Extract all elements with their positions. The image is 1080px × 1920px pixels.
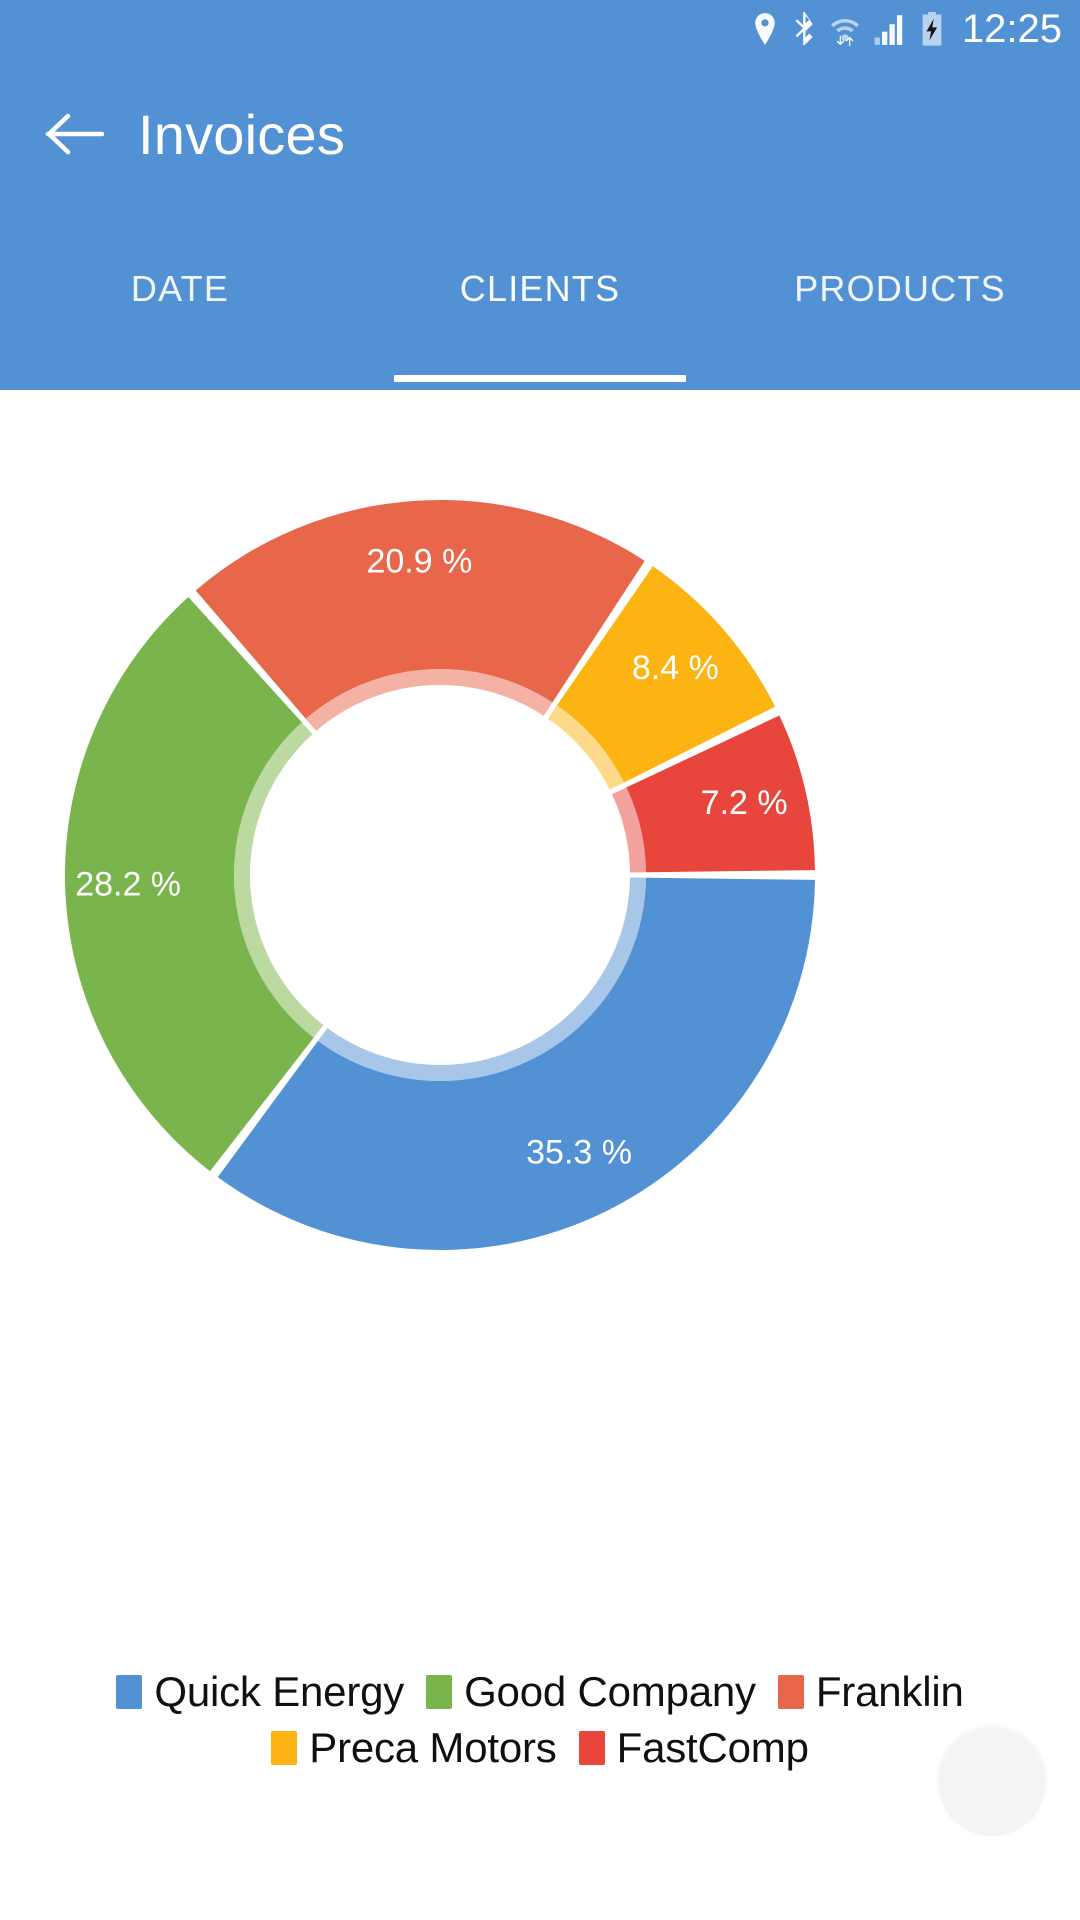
legend-item-good-company[interactable]: Good Company bbox=[426, 1668, 756, 1716]
legend-row-2: Preca Motors FastComp bbox=[271, 1724, 809, 1772]
arrow-left-icon bbox=[45, 113, 104, 155]
bluetooth-icon bbox=[795, 12, 813, 45]
donut-slice-label: 20.9 % bbox=[366, 543, 472, 581]
status-bar-clock: 12:25 bbox=[961, 7, 1062, 51]
legend-swatch bbox=[426, 1675, 453, 1709]
app-bar-title-row: Invoices bbox=[0, 58, 1080, 210]
legend-item-preca-motors[interactable]: Preca Motors bbox=[271, 1724, 557, 1772]
floating-action-button[interactable] bbox=[938, 1728, 1046, 1836]
legend-label: Good Company bbox=[464, 1668, 756, 1715]
page-title: Invoices bbox=[138, 102, 346, 166]
legend-swatch bbox=[578, 1731, 605, 1765]
donut-chart[interactable]: 35.3 % 28.2 % 20.9 % 8.4 % 7.2 % bbox=[0, 390, 1080, 1500]
legend-swatch bbox=[116, 1675, 143, 1709]
signal-icon bbox=[874, 15, 903, 45]
donut-slice-label: 7.2 % bbox=[701, 784, 788, 822]
back-button[interactable] bbox=[22, 82, 126, 186]
app-screen: 12:25 Invoices DATE CLIENTS PRODUCTS 35.… bbox=[0, 0, 1080, 1920]
chart-legend: Quick Energy Good Company Franklin Preca… bbox=[0, 1668, 1080, 1772]
tab-label: DATE bbox=[130, 268, 230, 309]
tab-date[interactable]: DATE bbox=[0, 212, 360, 390]
legend-label: Quick Energy bbox=[154, 1668, 405, 1715]
tab-label: PRODUCTS bbox=[794, 268, 1006, 309]
chart-area: 35.3 % 28.2 % 20.9 % 8.4 % 7.2 % Quick Energ… bbox=[0, 390, 1080, 1836]
tab-bar: DATE CLIENTS PRODUCTS bbox=[0, 212, 1080, 390]
donut-slice-label: 28.2 % bbox=[75, 866, 181, 904]
status-bar: 12:25 bbox=[0, 0, 1080, 58]
legend-swatch bbox=[271, 1731, 298, 1765]
legend-row-1: Quick Energy Good Company Franklin bbox=[116, 1668, 964, 1716]
legend-swatch bbox=[777, 1675, 804, 1709]
tab-clients[interactable]: CLIENTS bbox=[360, 212, 720, 390]
legend-item-franklin[interactable]: Franklin bbox=[777, 1668, 964, 1716]
legend-label: FastComp bbox=[616, 1724, 809, 1771]
wifi-icon bbox=[830, 19, 859, 46]
app-bar: 12:25 Invoices DATE CLIENTS PRODUCTS bbox=[0, 0, 1080, 390]
location-icon bbox=[755, 13, 775, 45]
legend-label: Franklin bbox=[815, 1668, 964, 1715]
tab-products[interactable]: PRODUCTS bbox=[720, 212, 1080, 390]
tab-label: CLIENTS bbox=[459, 268, 621, 309]
legend-label: Preca Motors bbox=[309, 1724, 557, 1771]
donut-slice-label: 35.3 % bbox=[526, 1133, 632, 1171]
tab-active-indicator bbox=[394, 375, 686, 382]
legend-item-fastcomp[interactable]: FastComp bbox=[578, 1724, 809, 1772]
legend-item-quick-energy[interactable]: Quick Energy bbox=[116, 1668, 404, 1716]
donut-chart-svg: 35.3 % 28.2 % 20.9 % 8.4 % 7.2 % bbox=[64, 500, 815, 1251]
donut-slice-label: 8.4 % bbox=[632, 649, 719, 687]
battery-charging-icon bbox=[922, 12, 942, 46]
